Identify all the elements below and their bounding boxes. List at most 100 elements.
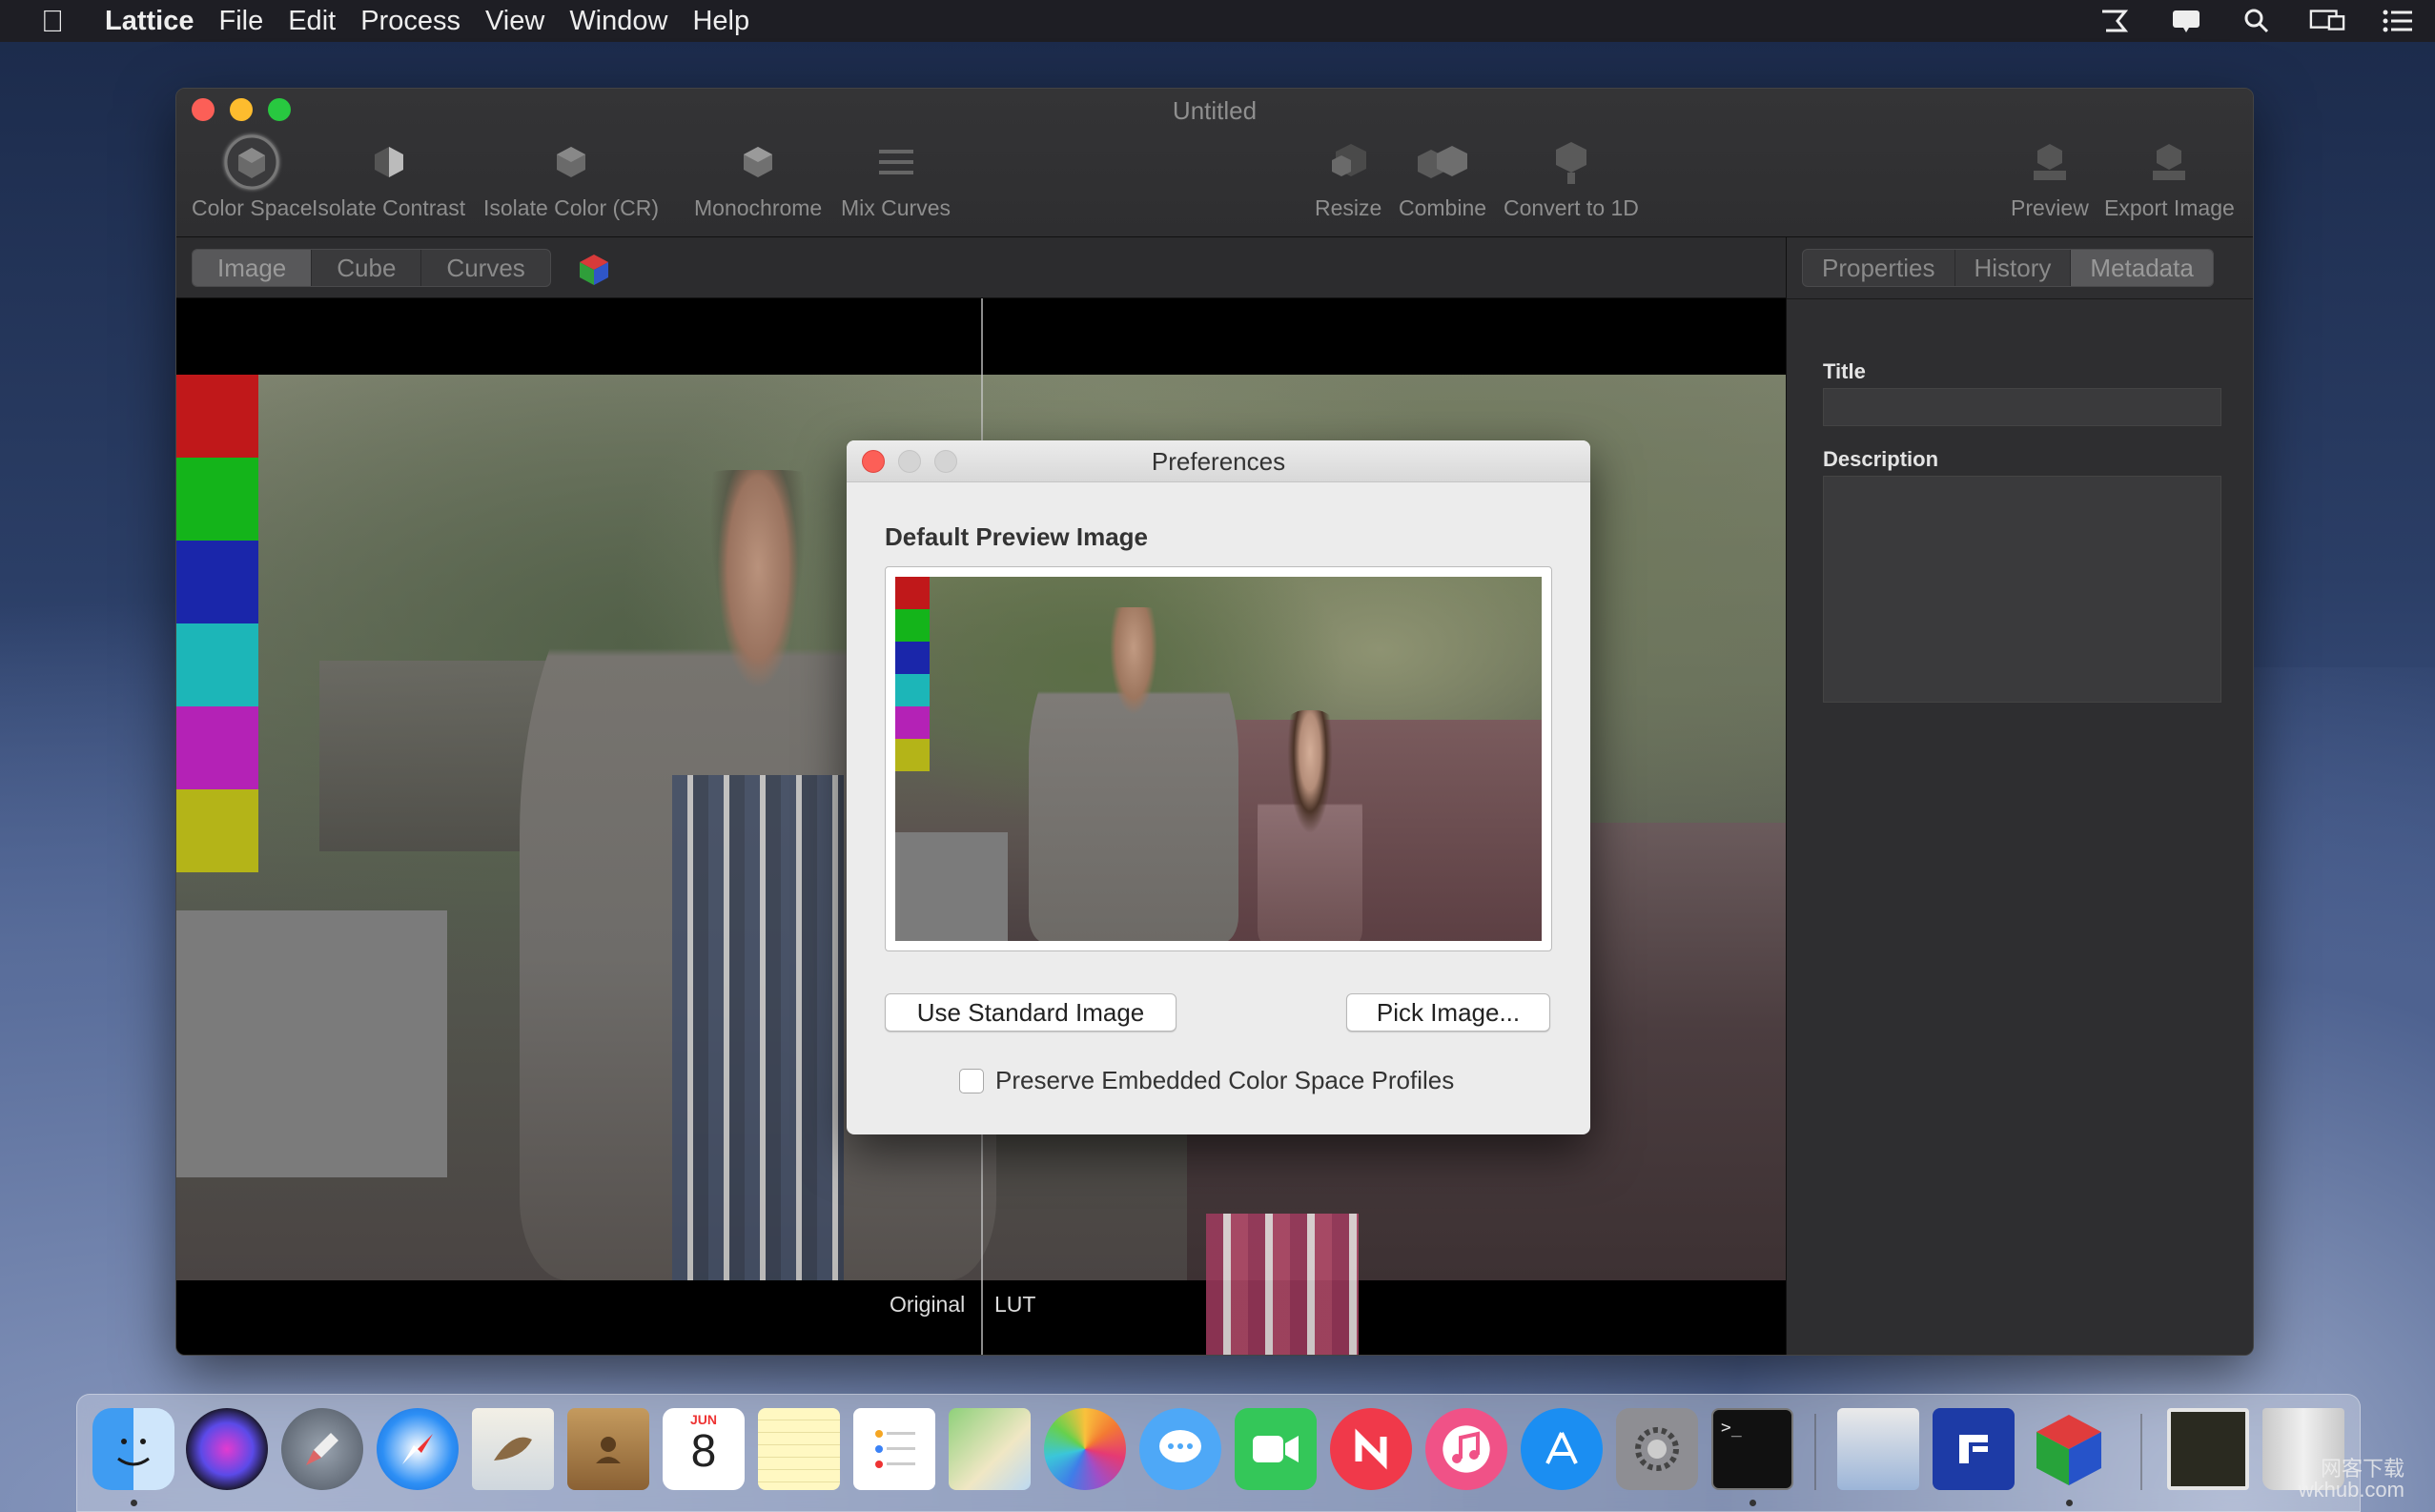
toolbar-label: Isolate Color (CR) — [483, 195, 660, 220]
apple-menu-icon[interactable]:  — [27, 0, 78, 42]
toolbar-preview[interactable]: Preview — [2011, 134, 2089, 221]
color-space-icon — [221, 134, 282, 190]
dock-separator — [1814, 1414, 1816, 1490]
preview-thumbnail — [895, 577, 1542, 941]
itunes-icon[interactable] — [1425, 1408, 1507, 1490]
photos-icon[interactable] — [1044, 1408, 1126, 1490]
thumb-gray-patch — [895, 832, 1008, 941]
photo-scarf — [1206, 1214, 1359, 1355]
tab-cube[interactable]: Cube — [312, 250, 422, 286]
swatch-cyan — [176, 623, 258, 706]
preserve-profiles-checkbox[interactable] — [959, 1068, 984, 1093]
use-standard-image-button[interactable]: Use Standard Image — [885, 993, 1177, 1032]
migration-icon[interactable] — [2097, 7, 2134, 35]
lattice-docs-icon[interactable] — [1933, 1408, 2015, 1490]
toolbar-label: Color Space — [192, 195, 313, 220]
toolbar-convert-1d[interactable]: Convert to 1D — [1504, 134, 1639, 221]
toolbar-color-space[interactable]: Color Space — [192, 134, 313, 221]
contacts-icon[interactable] — [567, 1408, 649, 1490]
toolbar-resize[interactable]: Resize — [1315, 134, 1381, 221]
toolbar-isolate-color[interactable]: Isolate Color (CR) — [483, 134, 659, 221]
terminal-icon[interactable]: >_ — [1711, 1408, 1793, 1490]
menu-edit[interactable]: Edit — [288, 6, 360, 37]
default-preview-heading: Default Preview Image — [885, 522, 1148, 551]
running-indicator — [131, 1500, 137, 1506]
preview-app-icon[interactable] — [1837, 1408, 1919, 1490]
notes-icon[interactable] — [758, 1408, 840, 1490]
dock-separator — [2140, 1414, 2142, 1490]
safari-icon[interactable] — [377, 1408, 459, 1490]
dialog-titlebar: Preferences — [847, 440, 1590, 482]
thumb-swatch — [895, 739, 930, 771]
swatch-green — [176, 458, 258, 541]
menu-window[interactable]: Window — [569, 6, 692, 37]
menu-process[interactable]: Process — [360, 6, 485, 37]
mix-curves-icon — [866, 134, 927, 190]
toolbar-mix-curves[interactable]: Mix Curves — [841, 134, 951, 221]
preview-icon — [2019, 134, 2080, 190]
tab-image[interactable]: Image — [193, 250, 313, 286]
toolbar-label: Mix Curves — [841, 195, 951, 220]
toolbar-label: Monochrome — [694, 195, 823, 220]
toolbar-label: Isolate Contrast — [312, 195, 466, 220]
siri-icon[interactable] — [186, 1408, 268, 1490]
reminders-icon[interactable] — [853, 1408, 935, 1490]
color-cube-icon[interactable] — [577, 253, 611, 287]
display-icon[interactable] — [2309, 7, 2345, 35]
dock: JUN 8 >_ — [76, 1394, 2361, 1512]
finder-icon[interactable] — [92, 1408, 174, 1490]
original-label: Original — [890, 1292, 966, 1317]
resize-icon — [1318, 134, 1379, 190]
title-field[interactable] — [1823, 388, 2221, 426]
search-icon[interactable] — [2239, 7, 2275, 35]
menu-view[interactable]: View — [485, 6, 569, 37]
panel-segmented-control: Properties History Metadata — [1802, 249, 2214, 287]
system-preferences-icon[interactable] — [1616, 1408, 1698, 1490]
toolbar-combine[interactable]: Combine — [1399, 134, 1486, 221]
running-indicator — [1750, 1500, 1756, 1506]
messages-icon[interactable] — [1139, 1408, 1221, 1490]
thumb-man — [1029, 607, 1238, 941]
menu-app-name[interactable]: Lattice — [105, 6, 194, 37]
watermark-line1: 网客下载 — [2320, 1457, 2404, 1481]
downloads-stack-icon[interactable] — [2167, 1408, 2249, 1490]
view-tab-bar: Image Cube Curves — [176, 237, 1786, 298]
tab-metadata[interactable]: Metadata — [2071, 250, 2213, 286]
color-swatches — [176, 375, 258, 872]
menu-file[interactable]: File — [218, 6, 288, 37]
description-label: Description — [1823, 447, 1939, 471]
watermark: 网客下载 wkhub.com — [2299, 1459, 2404, 1501]
tab-properties[interactable]: Properties — [1803, 250, 1955, 286]
isolate-contrast-icon — [358, 134, 419, 190]
maps-icon[interactable] — [949, 1408, 1031, 1490]
preview-image-well[interactable] — [885, 566, 1552, 951]
tab-history[interactable]: History — [1955, 250, 2072, 286]
thumb-girl — [1258, 710, 1362, 941]
thumb-swatch — [895, 706, 930, 739]
view-segmented-control: Image Cube Curves — [192, 249, 551, 287]
preserve-profiles-row[interactable]: Preserve Embedded Color Space Profiles — [959, 1066, 1454, 1095]
calendar-day: 8 — [690, 1426, 717, 1477]
toolbar-monochrome[interactable]: Monochrome — [694, 134, 822, 221]
list-menu-icon[interactable] — [2380, 7, 2416, 35]
toolbar-isolate-contrast[interactable]: Isolate Contrast — [312, 134, 465, 221]
launchpad-icon[interactable] — [281, 1408, 363, 1490]
toolbar-export-image[interactable]: Export Image — [2104, 134, 2235, 221]
toolbar: Untitled Color Space Isolate Contrast Is… — [176, 89, 2253, 237]
panel-divider — [1787, 298, 2253, 299]
mail-icon[interactable] — [472, 1408, 554, 1490]
app-store-icon[interactable] — [1521, 1408, 1603, 1490]
pick-image-button[interactable]: Pick Image... — [1346, 993, 1550, 1032]
description-field[interactable] — [1823, 476, 2221, 703]
title-label: Title — [1823, 359, 1866, 383]
thumb-swatches — [895, 577, 930, 771]
lattice-app-icon[interactable] — [2028, 1408, 2110, 1490]
calendar-icon[interactable]: JUN 8 — [663, 1408, 745, 1490]
notifications-icon[interactable] — [2168, 7, 2204, 35]
tab-curves[interactable]: Curves — [421, 250, 549, 286]
news-icon[interactable] — [1330, 1408, 1412, 1490]
menu-help[interactable]: Help — [692, 6, 774, 37]
facetime-icon[interactable] — [1235, 1408, 1317, 1490]
toolbar-label: Preview — [2011, 195, 2089, 220]
dialog-title: Preferences — [1151, 447, 1286, 476]
